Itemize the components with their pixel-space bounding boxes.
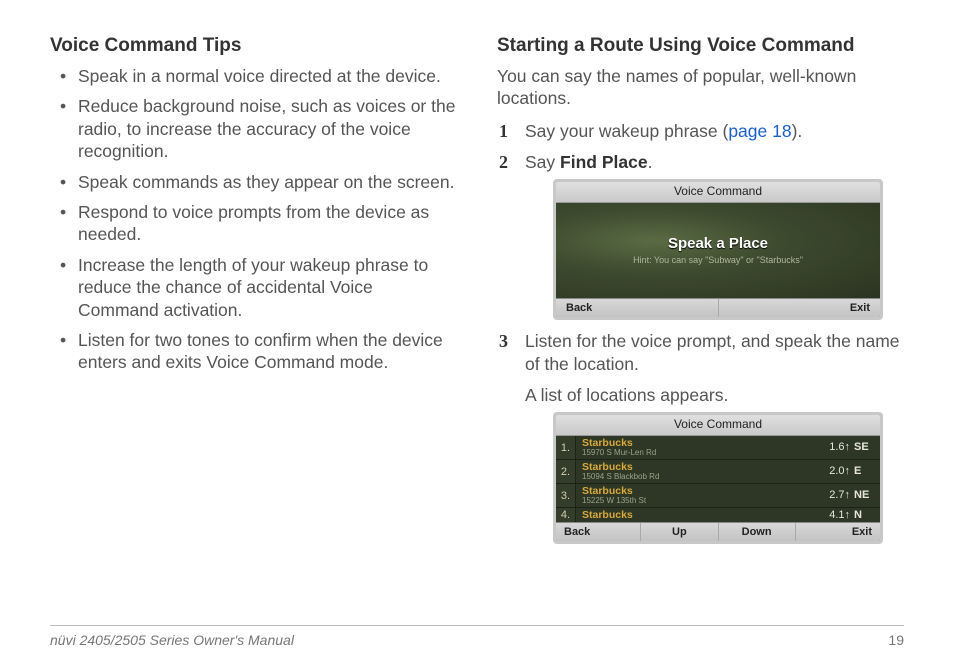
tip-item: Increase the length of your wakeup phras… xyxy=(50,254,457,321)
result-distance: 4.1↑N xyxy=(808,508,880,522)
result-row: 1. Starbucks15970 S Mur-Len Rd 1.6↑SE xyxy=(556,436,880,460)
device-back-button: Back xyxy=(556,523,641,541)
step-1: Say your wakeup phrase (page 18). xyxy=(497,120,904,143)
result-address: 15094 S Blackbob Rd xyxy=(582,473,808,481)
result-number: 2. xyxy=(556,460,576,483)
device-exit-button: Exit xyxy=(719,299,881,317)
result-row: 3. Starbucks15225 W 135th St 2.7↑NE xyxy=(556,484,880,508)
right-column: Starting a Route Using Voice Command You… xyxy=(497,35,904,554)
result-address: 15225 W 135th St xyxy=(582,497,808,505)
step2-bold: Find Place xyxy=(560,152,648,172)
page-link[interactable]: page 18 xyxy=(728,121,791,141)
tip-item: Speak in a normal voice directed at the … xyxy=(50,65,457,87)
steps-list: Say your wakeup phrase (page 18). Say Fi… xyxy=(497,120,904,545)
step-3: Listen for the voice prompt, and speak t… xyxy=(497,330,904,544)
step2-text-b: . xyxy=(648,152,653,172)
device-hint: Hint: You can say "Subway" or "Starbucks… xyxy=(633,255,803,267)
result-number: 3. xyxy=(556,484,576,507)
page-number: 19 xyxy=(888,632,904,648)
tip-item: Listen for two tones to confirm when the… xyxy=(50,329,457,374)
result-address: 15970 S Mur-Len Rd xyxy=(582,449,808,457)
result-distance: 1.6↑SE xyxy=(808,440,880,454)
route-heading: Starting a Route Using Voice Command xyxy=(497,35,904,57)
page-footer: nüvi 2405/2505 Series Owner's Manual 19 xyxy=(50,625,904,648)
result-number: 1. xyxy=(556,436,576,459)
step-2: Say Find Place. Voice Command Speak a Pl… xyxy=(497,151,904,321)
device-back-button: Back xyxy=(556,299,719,317)
tip-item: Reduce background noise, such as voices … xyxy=(50,95,457,162)
footer-title: nüvi 2405/2505 Series Owner's Manual xyxy=(50,632,294,648)
device-exit-button: Exit xyxy=(796,523,880,541)
device-title: Voice Command xyxy=(556,415,880,436)
device-down-button: Down xyxy=(719,523,796,541)
result-row: 2. Starbucks15094 S Blackbob Rd 2.0↑E xyxy=(556,460,880,484)
step2-text-a: Say xyxy=(525,152,560,172)
result-row: 4. Starbucks16571 W 119th St 4.1↑N xyxy=(556,508,880,522)
left-column: Voice Command Tips Speak in a normal voi… xyxy=(50,35,457,554)
result-name: Starbucks xyxy=(582,510,808,521)
device-screenshot-speak-place: Voice Command Speak a Place Hint: You ca… xyxy=(553,179,883,320)
tip-item: Speak commands as they appear on the scr… xyxy=(50,171,457,193)
tips-heading: Voice Command Tips xyxy=(50,35,457,57)
device-up-button: Up xyxy=(641,523,718,541)
step3-text: Listen for the voice prompt, and speak t… xyxy=(525,331,900,374)
device-title: Voice Command xyxy=(556,182,880,203)
device-result-list: 1. Starbucks15970 S Mur-Len Rd 1.6↑SE 2.… xyxy=(556,436,880,522)
tip-item: Respond to voice prompts from the device… xyxy=(50,201,457,246)
result-number: 4. xyxy=(556,508,576,522)
result-distance: 2.7↑NE xyxy=(808,488,880,502)
step1-text-a: Say your wakeup phrase ( xyxy=(525,121,728,141)
route-intro: You can say the names of popular, well-k… xyxy=(497,65,904,110)
device-prompt: Speak a Place xyxy=(668,234,768,254)
result-distance: 2.0↑E xyxy=(808,464,880,478)
step3-sub: A list of locations appears. xyxy=(525,384,904,407)
tips-list: Speak in a normal voice directed at the … xyxy=(50,65,457,374)
step1-text-b: ). xyxy=(792,121,803,141)
device-screenshot-results: Voice Command 1. Starbucks15970 S Mur-Le… xyxy=(553,412,883,544)
